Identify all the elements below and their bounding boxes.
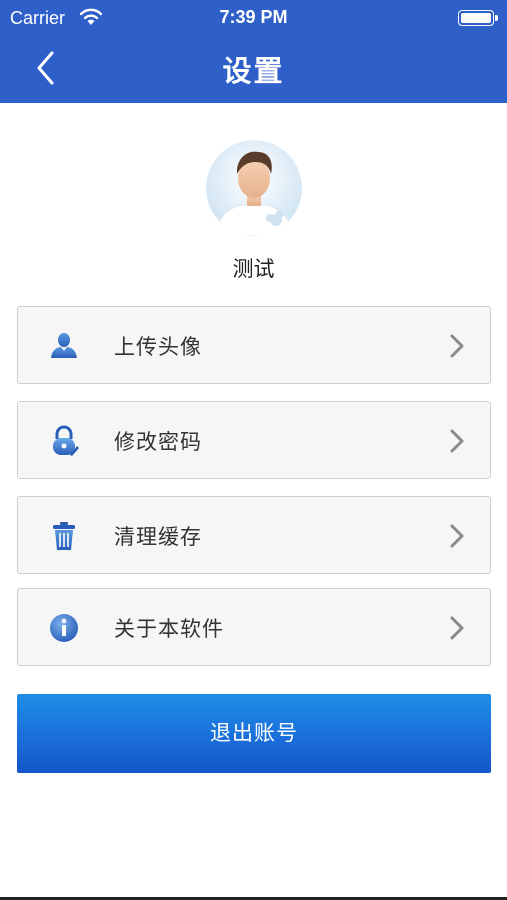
menu-item-label: 关于本软件 [114, 617, 224, 641]
menu-item-label: 清理缓存 [114, 525, 202, 549]
menu-item-change-password[interactable]: 修改密码 [17, 401, 491, 479]
menu-item-about[interactable]: 关于本软件 [17, 588, 491, 666]
lock-icon [53, 425, 79, 456]
username: 测试 [232, 257, 275, 281]
settings-screen: Carrier 7:39 PM 设置 测试 上传头像 修改密码 清理缓存 关于本… [0, 0, 507, 900]
page-title: 设置 [222, 54, 285, 88]
status-bar: Carrier 7:39 PM [0, 0, 507, 36]
chevron-right-icon [450, 524, 464, 548]
clock: 7:39 PM [219, 7, 288, 27]
trash-icon [53, 522, 75, 550]
user-avatar-icon [206, 140, 302, 236]
chevron-right-icon [450, 616, 464, 640]
battery-icon [458, 10, 498, 26]
info-icon [50, 614, 78, 642]
nav-bar: 设置 [0, 36, 507, 103]
menu-item-label: 修改密码 [114, 430, 202, 454]
avatar[interactable] [206, 140, 302, 236]
header: Carrier 7:39 PM 设置 [0, 0, 507, 103]
menu-item-upload-avatar[interactable]: 上传头像 [17, 306, 491, 384]
chevron-right-icon [450, 429, 464, 453]
logout-button[interactable]: 退出账号 [17, 694, 491, 773]
menu-item-label: 上传头像 [114, 335, 202, 359]
user-icon [51, 333, 77, 358]
menu-item-clear-cache[interactable]: 清理缓存 [17, 496, 491, 574]
chevron-right-icon [450, 334, 464, 358]
